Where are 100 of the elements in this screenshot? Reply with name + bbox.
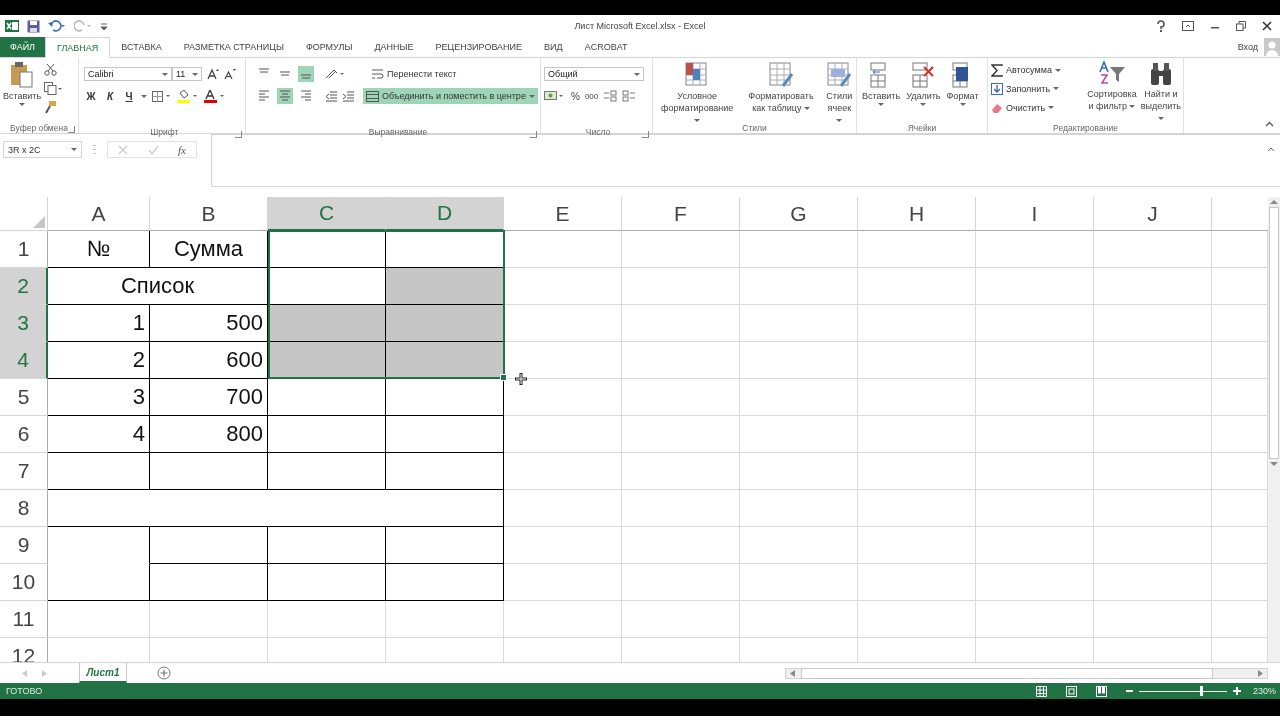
styles-button[interactable]: Условное форматирование: [655, 61, 740, 126]
number-format-dropdown[interactable]: Общий: [544, 67, 644, 81]
styles-button[interactable]: Форматировать как таблицу: [743, 61, 819, 114]
wrap-text-button[interactable]: Перенести текст: [368, 66, 460, 82]
editing-button[interactable]: Сортировка и фильтр: [1085, 61, 1139, 112]
fill-color-icon[interactable]: [177, 89, 199, 103]
row-header[interactable]: 9: [0, 527, 48, 564]
bold-button[interactable]: Ж: [84, 90, 98, 102]
column-header[interactable]: B: [150, 197, 268, 231]
ribbon-tab[interactable]: ВИД: [533, 37, 574, 57]
ribbon-tab[interactable]: РЕЦЕНЗИРОВАНИЕ: [424, 37, 534, 57]
column-header[interactable]: C: [268, 197, 386, 231]
column-header[interactable]: J: [1094, 197, 1212, 231]
vertical-align-icon[interactable]: [298, 66, 314, 82]
column-header[interactable]: F: [622, 197, 740, 231]
fill-button[interactable]: Заполнить: [988, 80, 1063, 97]
merge-center-button[interactable]: Объединить и поместить в центре: [363, 88, 538, 104]
paste-button[interactable]: Вставить: [0, 61, 45, 106]
font-color-icon[interactable]: [204, 89, 226, 103]
ribbon-tab[interactable]: ФОРМУЛЫ: [294, 37, 364, 57]
dialog-launcher-icon[interactable]: [642, 131, 649, 138]
help-icon[interactable]: [1156, 20, 1166, 32]
text-orientation-icon[interactable]: [325, 68, 347, 80]
scroll-up-icon[interactable]: [1270, 199, 1278, 204]
column-header[interactable]: G: [740, 197, 858, 231]
dialog-launcher-icon[interactable]: [68, 126, 75, 133]
column-header[interactable]: H: [858, 197, 976, 231]
font-size-dropdown[interactable]: 11: [172, 67, 202, 81]
add-sheet-icon[interactable]: [157, 666, 171, 680]
zoom-level[interactable]: 230%: [1252, 686, 1276, 696]
autosum-button[interactable]: Автосумма: [988, 62, 1064, 78]
insert-function-button[interactable]: fx: [178, 143, 186, 156]
scissors-icon[interactable]: [44, 63, 58, 76]
row-header[interactable]: 11: [0, 601, 48, 638]
row-header[interactable]: 8: [0, 490, 48, 527]
cells-button[interactable]: Формат: [943, 61, 982, 106]
dialog-launcher-icon[interactable]: [235, 131, 242, 138]
percent-button[interactable]: %: [571, 90, 580, 102]
underline-button[interactable]: Ч: [122, 90, 136, 102]
scrollbar-thumb[interactable]: [1269, 207, 1279, 459]
normal-view-icon[interactable]: [1035, 685, 1047, 697]
decrease-decimal-icon[interactable]: [622, 90, 637, 102]
collapse-formula-icon[interactable]: [1267, 147, 1275, 152]
sign-in-link[interactable]: Вход: [1237, 37, 1258, 57]
row-header[interactable]: 7: [0, 453, 48, 490]
page-break-icon[interactable]: [1095, 685, 1107, 697]
ribbon-tab[interactable]: РАЗМЕТКА СТРАНИЦЫ: [172, 37, 295, 57]
horizontal-align-icon[interactable]: [256, 88, 272, 104]
scroll-left-icon[interactable]: [790, 669, 795, 677]
row-header[interactable]: 10: [0, 564, 48, 601]
ribbon-tab[interactable]: ГЛАВНАЯ: [45, 37, 111, 58]
row-header[interactable]: 2: [0, 268, 48, 305]
zoom-in-icon[interactable]: [1232, 687, 1241, 695]
close-icon[interactable]: [1262, 21, 1272, 31]
column-header[interactable]: E: [504, 197, 622, 231]
page-layout-icon[interactable]: [1065, 685, 1077, 697]
cells-button[interactable]: Вставить: [859, 61, 904, 106]
thousands-button[interactable]: 000: [584, 91, 599, 101]
scroll-right-icon[interactable]: [1258, 669, 1263, 677]
zoom-slider[interactable]: [1138, 686, 1227, 696]
borders-icon[interactable]: [152, 90, 172, 102]
increase-indent-icon[interactable]: [342, 90, 354, 102]
vertical-scrollbar[interactable]: [1268, 197, 1280, 662]
save-icon[interactable]: [27, 19, 40, 33]
ribbon-display-icon[interactable]: [1182, 21, 1194, 31]
column-header[interactable]: D: [386, 197, 504, 231]
font-name-dropdown[interactable]: Calibri: [84, 67, 172, 81]
italic-button[interactable]: К: [103, 90, 117, 102]
copy-icon[interactable]: [44, 82, 63, 95]
column-header[interactable]: A: [48, 197, 150, 231]
format-painter-icon[interactable]: [44, 101, 58, 114]
increase-decimal-icon[interactable]: [603, 90, 618, 102]
shrink-font-icon[interactable]: [224, 68, 236, 80]
clear-button[interactable]: Очистить: [988, 99, 1058, 116]
row-header[interactable]: 4: [0, 342, 48, 379]
dialog-launcher-icon[interactable]: [530, 131, 537, 138]
grow-font-icon[interactable]: [207, 68, 219, 80]
cells-button[interactable]: Удалить: [903, 61, 944, 106]
decrease-indent-icon[interactable]: [325, 90, 337, 102]
row-header[interactable]: 3: [0, 305, 48, 342]
customize-icon[interactable]: [100, 22, 108, 30]
ribbon-tab[interactable]: ACROBAT: [573, 37, 639, 57]
scroll-down-icon[interactable]: [1270, 462, 1278, 467]
row-header[interactable]: 5: [0, 379, 48, 416]
check-icon[interactable]: [147, 144, 159, 155]
collapse-ribbon-icon[interactable]: [1265, 121, 1274, 127]
sheet-tab[interactable]: Лист1: [79, 663, 127, 683]
row-header[interactable]: 6: [0, 416, 48, 453]
restore-icon[interactable]: [1236, 21, 1246, 31]
horizontal-align-icon[interactable]: [277, 88, 293, 104]
file-tab[interactable]: ФАЙЛ: [0, 37, 46, 57]
horizontal-align-icon[interactable]: [298, 88, 314, 104]
undo-icon[interactable]: [48, 20, 66, 32]
editing-button[interactable]: Найти и выделить: [1138, 61, 1183, 124]
redo-icon[interactable]: [74, 20, 92, 32]
ribbon-tab[interactable]: ДАННЫЕ: [363, 37, 425, 57]
styles-button[interactable]: Стили ячеек: [822, 61, 856, 126]
ribbon-tab[interactable]: ВСТАВКА: [110, 37, 173, 57]
currency-icon[interactable]: [544, 90, 566, 102]
name-box[interactable]: 3R x 2C: [3, 141, 83, 158]
